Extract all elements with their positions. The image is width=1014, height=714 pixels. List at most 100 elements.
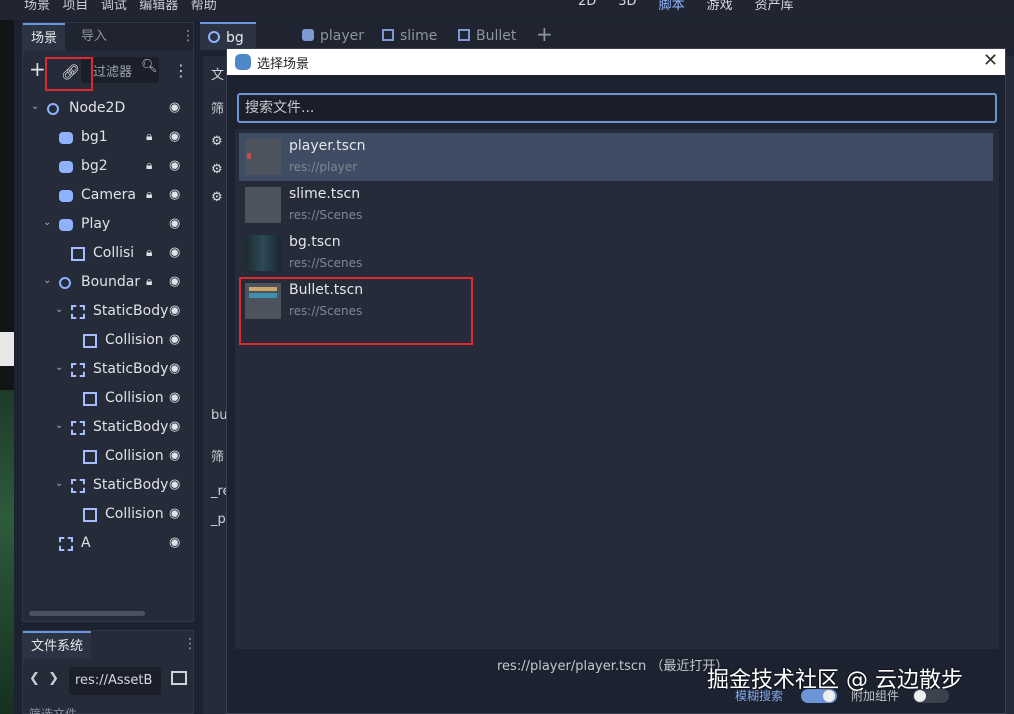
visibility-eye-icon[interactable]: ◉ <box>169 332 180 347</box>
tree-horizontal-scrollbar[interactable] <box>29 611 145 616</box>
tree-node[interactable]: bg2 🔒︎ ◉ <box>23 153 193 182</box>
lock-icon[interactable]: 🔒︎ <box>146 187 152 202</box>
close-icon[interactable]: ✕ <box>983 50 998 71</box>
fs-filter-placeholder[interactable]: 筛选文件 <box>29 705 77 714</box>
visibility-eye-icon[interactable]: ◉ <box>169 448 180 463</box>
sprite-icon <box>59 161 73 173</box>
visibility-eye-icon[interactable]: ◉ <box>169 129 180 144</box>
visibility-eye-icon[interactable]: ◉ <box>169 506 180 521</box>
tab-import[interactable]: 导入 <box>73 23 115 51</box>
visibility-eye-icon[interactable]: ◉ <box>169 419 180 434</box>
tree-node[interactable]: ⌄ Node2D ◉ <box>23 95 193 124</box>
result-path: res://Scenes <box>289 256 363 270</box>
filesystem-dock: 文件系统 ⋮ ❮ ❯ res://AssetB 筛选文件 <box>22 630 197 714</box>
menu-editor[interactable]: 编辑器 <box>139 0 178 13</box>
instantiate-scene-button[interactable]: 🔗︎ <box>45 57 93 91</box>
tree-node-label: bg1 <box>81 129 108 145</box>
scene-dock-tabs: 场景 导入 ⋮ <box>23 23 195 51</box>
viewport-bg-forest <box>0 390 14 714</box>
tab-scene[interactable]: 场景 <box>23 23 66 51</box>
tree-node[interactable]: Collision ◉ <box>23 443 193 472</box>
tree-node-label: Node2D <box>69 100 126 116</box>
mode-3d[interactable]: 3D <box>618 0 636 13</box>
result-item-slime[interactable]: slime.tscn res://Scenes <box>239 181 993 229</box>
expand-arrow-icon[interactable]: ⌄ <box>43 275 51 286</box>
back-icon[interactable]: ❮ <box>29 671 40 686</box>
lock-icon[interactable]: 🔒︎ <box>146 129 152 144</box>
add-tab-icon[interactable]: + <box>536 22 553 46</box>
scene-tab-bullet[interactable]: Bullet <box>450 22 524 50</box>
tree-node[interactable]: ⌄ StaticBody ◉ <box>23 298 193 327</box>
expand-arrow-icon[interactable]: ⌄ <box>31 101 39 112</box>
expand-arrow-icon[interactable]: ⌄ <box>55 420 63 431</box>
collision-square-icon <box>83 334 97 348</box>
tree-node[interactable]: Camera 🔒︎ ◉ <box>23 182 193 211</box>
menu-scene[interactable]: 场景 <box>24 0 50 13</box>
dock-menu-icon[interactable]: ⋮ <box>181 28 195 44</box>
tree-node[interactable]: A ◉ <box>23 530 193 559</box>
mode-2d[interactable]: 2D <box>578 0 596 13</box>
scene-tab-bg[interactable]: bg <box>200 22 256 50</box>
visibility-eye-icon[interactable]: ◉ <box>169 274 180 289</box>
lock-icon[interactable]: 🔒︎ <box>146 274 152 289</box>
staticbody-icon <box>71 421 85 435</box>
scene-options-icon[interactable]: ⋮ <box>173 61 189 80</box>
visibility-eye-icon[interactable]: ◉ <box>169 361 180 376</box>
visibility-eye-icon[interactable]: ◉ <box>169 216 180 231</box>
tab-filesystem[interactable]: 文件系统 <box>23 631 92 659</box>
menu-project[interactable]: 项目 <box>62 0 88 13</box>
tree-node[interactable]: ⌄ Play ◉ <box>23 211 193 240</box>
mode-assetlib[interactable]: 资产库 <box>755 0 794 13</box>
expand-arrow-icon[interactable]: ⌄ <box>55 362 63 373</box>
visibility-eye-icon[interactable]: ◉ <box>169 535 180 550</box>
inspector-fragment: 文 <box>211 68 225 83</box>
visibility-eye-icon[interactable]: ◉ <box>169 245 180 260</box>
visibility-eye-icon[interactable]: ◉ <box>169 390 180 405</box>
inspector-fragment: _p <box>211 512 226 527</box>
menu-debug[interactable]: 调试 <box>101 0 127 13</box>
mode-script[interactable]: 脚本 <box>659 0 685 13</box>
tree-node[interactable]: Collisi 🔒︎ ◉ <box>23 240 193 269</box>
lock-icon[interactable]: 🔒︎ <box>146 158 152 173</box>
visibility-eye-icon[interactable]: ◉ <box>169 187 180 202</box>
result-item-bg[interactable]: bg.tscn res://Scenes <box>239 229 993 277</box>
expand-arrow-icon[interactable]: ⌄ <box>55 304 63 315</box>
forward-icon[interactable]: ❯ <box>48 671 59 686</box>
lock-icon[interactable]: 🔒︎ <box>146 245 152 260</box>
tree-node[interactable]: ⌄ StaticBody ◉ <box>23 414 193 443</box>
tree-node-label: bg2 <box>81 158 108 174</box>
visibility-eye-icon[interactable]: ◉ <box>169 100 180 115</box>
expand-arrow-icon[interactable]: ⌄ <box>43 217 51 228</box>
tree-node[interactable]: Collision ◉ <box>23 327 193 356</box>
result-item-player[interactable]: player.tscn res://player <box>239 133 993 181</box>
tree-node[interactable]: ⌄ StaticBody ◉ <box>23 356 193 385</box>
visibility-eye-icon[interactable]: ◉ <box>169 303 180 318</box>
tree-node[interactable]: ⌄ Boundar 🔒︎ ◉ <box>23 269 193 298</box>
search-input[interactable] <box>239 95 995 121</box>
tree-node-label: StaticBody <box>93 361 169 377</box>
tree-node[interactable]: Collision ◉ <box>23 385 193 414</box>
tree-node[interactable]: bg1 🔒︎ ◉ <box>23 124 193 153</box>
tree-node-label: StaticBody <box>93 303 169 319</box>
mode-game[interactable]: 游戏 <box>707 0 733 13</box>
tree-node-label: Camera <box>81 187 136 203</box>
visibility-eye-icon[interactable]: ◉ <box>169 477 180 492</box>
visibility-eye-icon[interactable]: ◉ <box>169 158 180 173</box>
tree-node[interactable]: Collision ◉ <box>23 501 193 530</box>
scene-toolbar: + 过滤器 🔍︎ 🔗︎ ⋮ <box>23 53 193 91</box>
fs-menu-icon[interactable]: ⋮ <box>183 636 197 652</box>
tree-node-label: Collision <box>105 332 164 348</box>
tree-node[interactable]: ⌄ StaticBody ◉ <box>23 472 193 501</box>
fs-path-field[interactable]: res://AssetB <box>69 667 161 695</box>
scene-tab-slime[interactable]: slime <box>374 22 445 50</box>
collision-square-icon <box>71 247 85 261</box>
expand-arrow-icon[interactable]: ⌄ <box>55 478 63 489</box>
scene-results-list: player.tscn res://player slime.tscn res:… <box>235 129 999 649</box>
add-node-icon[interactable]: + <box>29 57 46 81</box>
node2d-circle-icon <box>47 103 59 115</box>
scene-tab-player[interactable]: player <box>294 22 372 50</box>
menu-help[interactable]: 帮助 <box>191 0 217 13</box>
inspector-fragment: 筛 <box>211 450 225 465</box>
split-view-icon[interactable] <box>171 671 187 685</box>
dialog-title: 选择场景 <box>257 57 310 72</box>
